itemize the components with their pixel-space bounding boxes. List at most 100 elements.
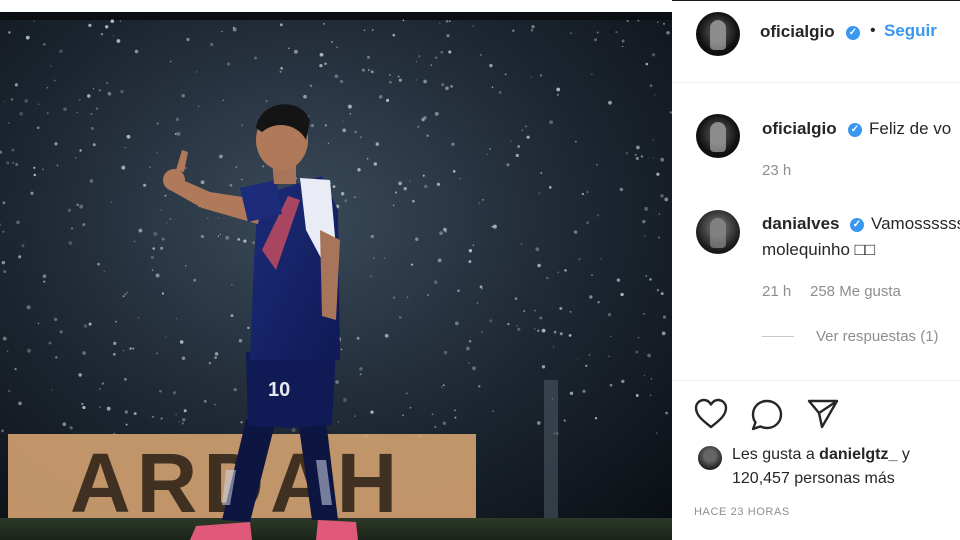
snow-particle [409,406,412,409]
snow-particle [331,40,333,43]
snow-particle [37,322,40,325]
snow-particle [398,78,402,82]
snow-particle [430,64,433,66]
snow-particle [666,31,670,35]
snow-particle [521,129,523,131]
snow-particle [235,166,238,168]
snow-particle [172,391,177,395]
liker-username[interactable]: danielgtz_ [819,446,897,463]
snow-particle [384,333,389,338]
snow-particle [6,350,9,353]
post-timestamp[interactable]: HACE 23 HORAS [694,506,790,518]
snow-particle [454,409,456,412]
snow-particle [370,275,373,278]
snow-particle [491,225,494,228]
snow-particle [319,63,323,68]
snow-particle [110,19,115,23]
comment-icon[interactable] [750,398,784,432]
avatar[interactable] [696,210,740,254]
snow-particle [21,244,25,248]
snow-particle [489,63,493,68]
snow-particle [54,142,58,146]
snow-particle [115,320,117,323]
snow-particle [164,194,167,197]
snow-particle [126,291,129,294]
snow-particle [237,238,241,241]
snow-particle [214,403,216,406]
snow-particle [46,112,49,115]
snow-particle [559,332,563,336]
snow-particle [337,421,340,423]
snow-particle [99,388,101,390]
snow-particle [3,270,7,274]
snow-particle [530,29,534,32]
snow-particle [397,75,400,78]
comment-username[interactable]: danialves [762,214,840,234]
comment-username[interactable]: oficialgio [762,119,837,139]
avatar[interactable] [696,114,740,158]
snow-particle [14,83,18,87]
snow-particle [182,418,186,422]
snow-particle [112,352,116,356]
snow-particle [468,339,472,343]
snow-particle [423,79,427,84]
snow-particle [644,206,649,211]
snow-particle [489,147,492,150]
comment-time[interactable]: 21 h [762,283,791,300]
snow-particle [478,385,481,388]
snow-particle [247,326,250,330]
follow-button[interactable]: Seguir [884,21,937,41]
snow-particle [231,284,233,286]
snow-particle [143,183,147,187]
snow-particle [152,247,156,250]
snow-particle [50,65,53,67]
snow-particle [69,426,73,430]
snow-particle [343,398,347,402]
snow-particle [660,292,664,296]
snow-particle [412,199,415,203]
snow-particle [568,334,572,337]
snow-particle [176,131,181,136]
verified-badge-icon: ✓ [846,26,860,40]
snow-particle [405,392,408,395]
panel-top-border [672,0,960,1]
snow-particle [378,95,383,99]
snow-particle [327,142,330,144]
snow-particle [42,274,47,279]
snow-particle [645,62,649,66]
post-photo[interactable]: ARDAH 10 [0,0,672,540]
snow-particle [367,69,370,71]
snow-particle [208,361,212,365]
snow-particle [481,330,484,333]
snow-particle [635,350,639,354]
heart-icon[interactable] [694,398,728,430]
likes-count[interactable]: 120,457 personas más [732,470,895,487]
snow-particle [222,99,224,102]
share-icon[interactable] [806,398,840,430]
snow-particle [655,432,658,435]
snow-particle [476,302,479,304]
replies-line [762,336,794,337]
view-replies-link[interactable]: Ver respuestas (1) [816,328,939,345]
snow-particle [6,161,10,165]
snow-particle [442,421,447,425]
avatar[interactable] [696,12,740,56]
snow-particle [181,356,186,360]
snow-particle [375,142,380,146]
liker-avatar[interactable] [698,446,722,470]
comment-time[interactable]: 23 h [762,162,791,179]
snow-particle [18,401,22,406]
snow-particle [635,394,639,397]
snow-particle [2,230,5,233]
snow-particle [132,347,135,350]
snow-particle [122,295,125,298]
snow-particle [74,157,77,159]
snow-particle [359,373,362,376]
snow-particle [370,410,374,414]
snow-particle [457,289,460,293]
snow-particle [95,107,99,110]
comment-likes[interactable]: 258 Me gusta [810,283,901,300]
snow-particle [119,20,122,22]
post-username[interactable]: oficialgio [760,22,835,42]
snow-particle [12,162,14,164]
